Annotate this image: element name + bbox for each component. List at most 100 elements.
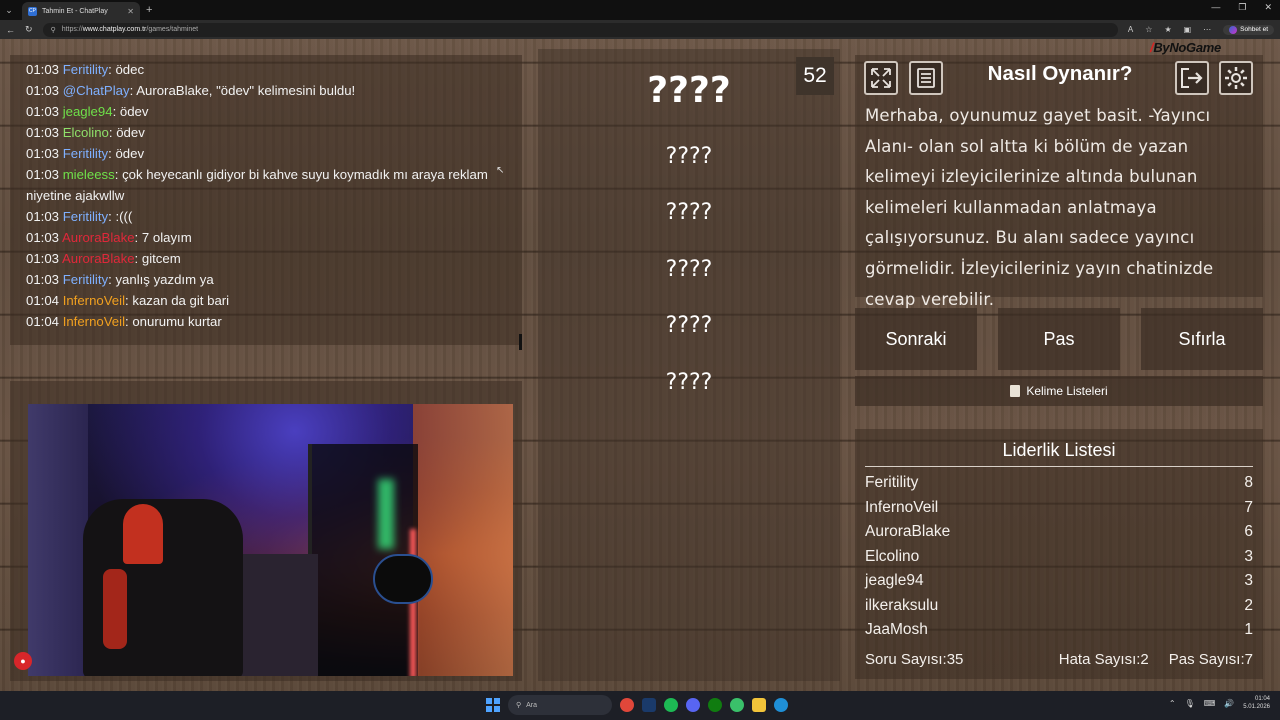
- chat-username[interactable]: Feritility: [63, 146, 108, 161]
- chat-username[interactable]: AuroraBlake: [62, 251, 135, 266]
- back-icon[interactable]: ←: [6, 25, 15, 35]
- taskbar-search[interactable]: ⚲ Ara: [508, 695, 612, 715]
- microphone-icon[interactable]: 🎙: [1185, 699, 1195, 708]
- panel-divider: [519, 334, 522, 350]
- tab-list-icon[interactable]: ⌄: [0, 0, 18, 20]
- hidden-word-4: ????: [665, 313, 713, 338]
- new-tab-icon[interactable]: +: [146, 4, 152, 16]
- reset-button[interactable]: Sıfırla: [1141, 308, 1263, 370]
- window-close-icon[interactable]: ✕: [1264, 2, 1272, 13]
- chat-username[interactable]: AuroraBlake: [62, 230, 135, 245]
- chat-username[interactable]: Feritility: [63, 209, 108, 224]
- more-icon[interactable]: ⋯: [1203, 25, 1211, 34]
- settings-button[interactable]: [1219, 61, 1253, 95]
- notepad-icon: [1010, 385, 1021, 397]
- address-toolbar: ← ↻ ⚲ https://www.chatplay.com.tr/games/…: [0, 20, 1280, 39]
- main-word: ????: [647, 70, 731, 111]
- steam-icon[interactable]: [642, 698, 656, 712]
- restore-icon[interactable]: ❐: [1238, 2, 1246, 13]
- cam-chair-wing: [123, 504, 163, 564]
- app-icon[interactable]: [730, 698, 744, 712]
- cam-door: [413, 404, 513, 676]
- chat-time: 01:03: [26, 62, 60, 77]
- chat-text: gitcem: [141, 251, 181, 266]
- favorite-star-icon[interactable]: ☆: [1145, 25, 1152, 34]
- chat-separator: :: [134, 230, 142, 245]
- chat-message: 01:04 InfernoVeil: onurumu kurtar: [26, 311, 506, 332]
- chat-username[interactable]: jeagle94: [63, 104, 113, 119]
- chat-username[interactable]: InfernoVeil: [63, 293, 125, 308]
- chat-username[interactable]: Elcolino: [63, 125, 109, 140]
- network-icon[interactable]: ⌨: [1204, 699, 1216, 708]
- chat-text: kazan da git bari: [132, 293, 230, 308]
- leaderboard-name: ilkeraksulu: [865, 596, 939, 614]
- start-icon[interactable]: [486, 698, 500, 712]
- extension-icon[interactable]: ▣: [1184, 25, 1192, 34]
- cam-mic: [373, 554, 433, 604]
- chat-message: 01:03 Feritility: yanlış yazdım ya: [26, 269, 506, 290]
- exit-button[interactable]: [1175, 61, 1209, 95]
- chat-username[interactable]: Feritility: [63, 62, 108, 77]
- mouse-cursor-icon: ↖: [496, 165, 505, 176]
- site-info-icon[interactable]: ⚲: [51, 26, 56, 34]
- record-icon[interactable]: ●: [14, 652, 32, 670]
- url-field[interactable]: ⚲ https://www.chatplay.com.tr/games/tahm…: [42, 22, 1118, 37]
- chat-message: 01:03 Elcolino: ödev: [26, 122, 506, 143]
- chat-separator: :: [114, 167, 123, 182]
- chat-time: 01:03: [26, 104, 60, 119]
- chat-username[interactable]: @ChatPlay: [63, 83, 130, 98]
- chat-time: 01:03: [26, 125, 60, 140]
- chat-time: 01:03: [26, 230, 60, 245]
- chat-time: 01:03: [26, 83, 60, 98]
- windows-taskbar: ⚲ Ara ⌃ 🎙 ⌨ 🔊 01:04 5.01.2026: [0, 691, 1280, 720]
- hidden-word-5: ????: [665, 370, 713, 395]
- cam-glow: [378, 479, 394, 549]
- search-icon: ⚲: [516, 702, 522, 709]
- copilot-icon: [1229, 25, 1238, 34]
- minimize-icon[interactable]: —: [1211, 2, 1220, 13]
- hidden-word-3: ????: [665, 257, 713, 282]
- leaderboard-divider: [865, 466, 1253, 467]
- word-list-button[interactable]: [909, 61, 943, 95]
- copilot-chat-button[interactable]: Sohbet et: [1223, 24, 1274, 35]
- chat-text: ödev: [119, 104, 149, 119]
- chat-text: 7 olayım: [141, 230, 192, 245]
- clock[interactable]: 01:04 5.01.2026: [1243, 695, 1270, 711]
- cam-chair-arm: [103, 569, 127, 649]
- browser-tab-bar: ⌄ CP Tahmin Et - ChatPlay ✕ + — ❐ ✕: [0, 0, 1280, 20]
- pass-button[interactable]: Pas: [998, 308, 1120, 370]
- discord-icon[interactable]: [686, 698, 700, 712]
- tab-tahmin-et[interactable]: CP Tahmin Et - ChatPlay ✕: [22, 2, 140, 20]
- chrome-icon[interactable]: [620, 698, 634, 712]
- edge-icon[interactable]: [774, 698, 788, 712]
- chat-separator: :: [112, 104, 120, 119]
- xbox-icon[interactable]: [708, 698, 722, 712]
- leaderboard-row: InfernoVeil 7: [865, 499, 1253, 517]
- read-aloud-icon[interactable]: A: [1128, 25, 1133, 34]
- chat-text: ödec: [115, 62, 145, 77]
- volume-icon[interactable]: 🔊: [1224, 699, 1234, 708]
- cam-desk: [238, 554, 318, 676]
- chat-username[interactable]: InfernoVeil: [63, 314, 125, 329]
- next-button[interactable]: Sonraki: [855, 308, 977, 370]
- spotify-icon[interactable]: [664, 698, 678, 712]
- fullscreen-button[interactable]: [864, 61, 898, 95]
- reload-icon[interactable]: ↻: [25, 24, 33, 35]
- close-tab-icon[interactable]: ✕: [127, 7, 134, 16]
- tray-chevron-icon[interactable]: ⌃: [1169, 699, 1176, 708]
- chat-time: 01:03: [26, 209, 60, 224]
- question-count: Soru Sayısı:35: [865, 651, 964, 668]
- clock-time: 01:04: [1254, 696, 1270, 702]
- chat-username[interactable]: mieleess: [63, 167, 115, 182]
- chat-time: 01:03: [26, 251, 60, 266]
- document-icon: [917, 68, 935, 88]
- chat-username[interactable]: Feritility: [63, 272, 108, 287]
- chat-time: 01:03: [26, 146, 60, 161]
- favorites-icon[interactable]: ★: [1164, 25, 1171, 34]
- toolbar-right: A ☆ ★ ▣ ⋯ Sohbet et: [1128, 24, 1274, 35]
- file-explorer-icon[interactable]: [752, 698, 766, 712]
- chat-message: 01:03 jeagle94: ödev: [26, 101, 506, 122]
- chat-separator: :: [134, 251, 142, 266]
- word-lists-button[interactable]: Kelime Listeleri: [855, 376, 1263, 406]
- gear-icon: [1225, 67, 1247, 89]
